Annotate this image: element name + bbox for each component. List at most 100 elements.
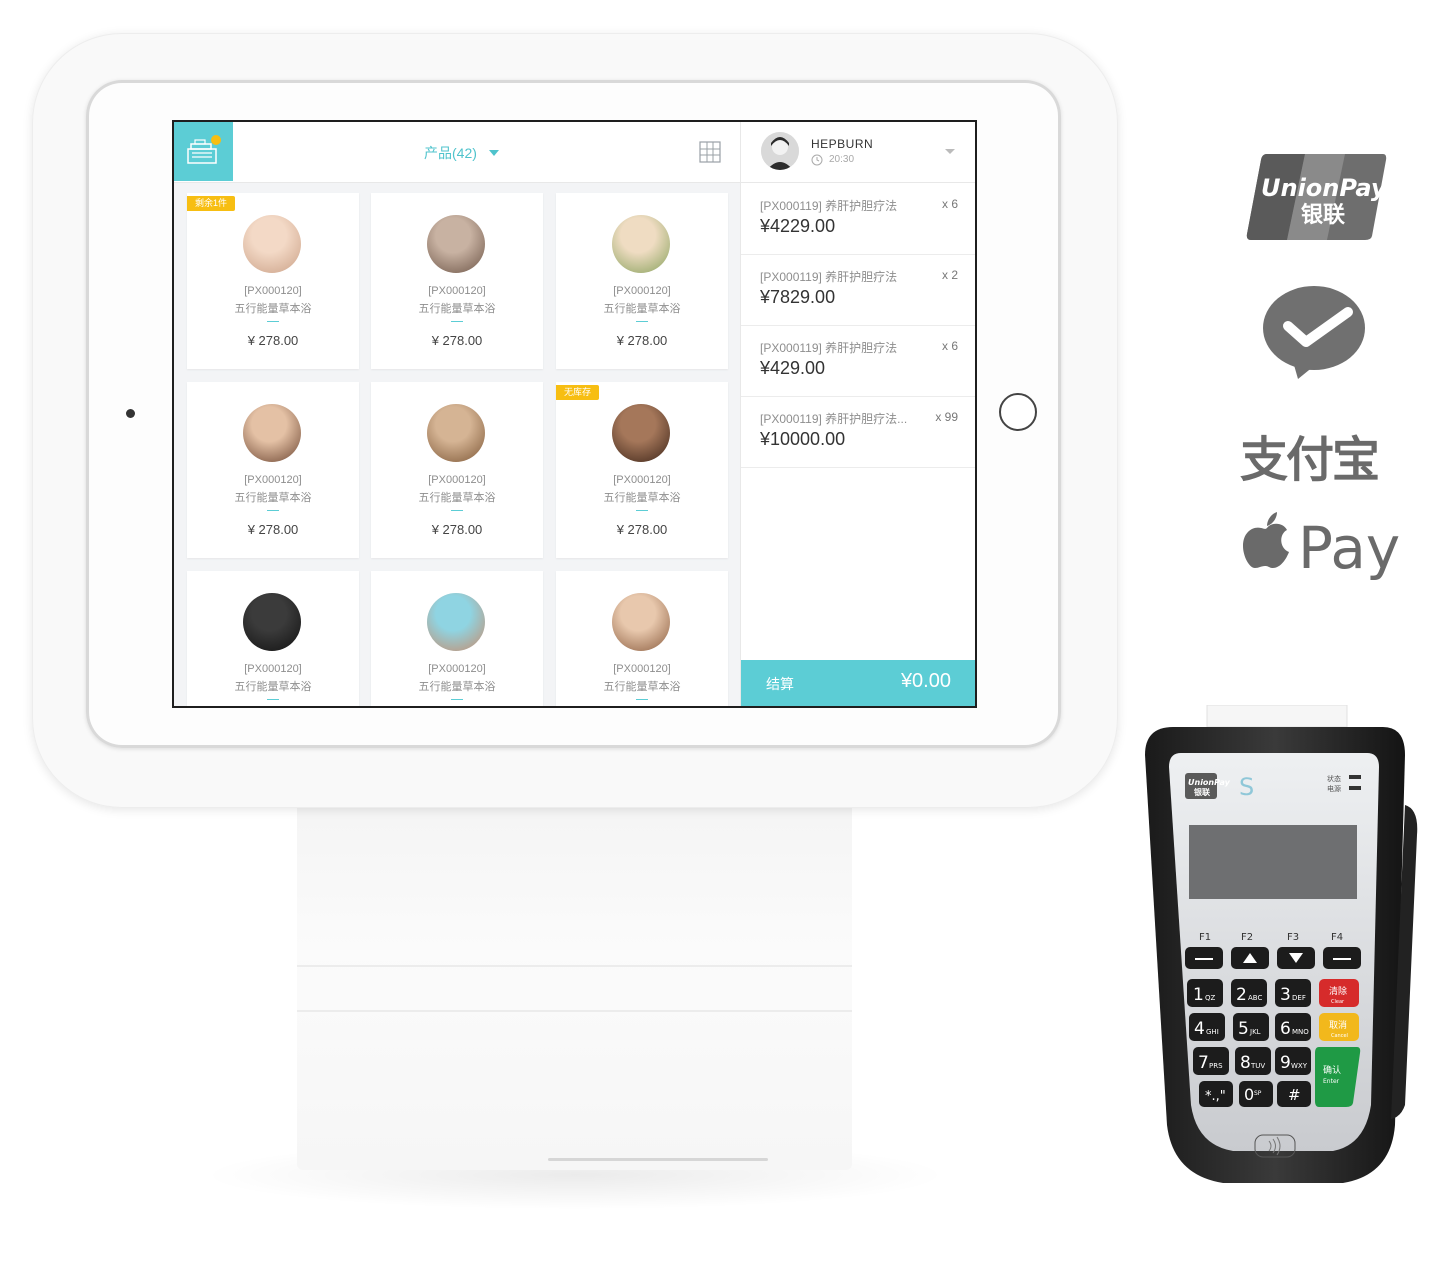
order-line-item[interactable]: [PX000119] 养肝护胆疗法 x 2 ¥7829.00 [741,254,975,326]
divider [451,321,463,322]
product-thumbnail [612,215,670,273]
product-thumbnail [243,593,301,651]
svg-text:#: # [1288,1086,1301,1104]
product-name: 五行能量草本浴 [418,681,496,693]
product-name: 五行能量草本浴 [603,303,681,315]
product-code: [PX000120] [244,663,302,675]
product-price: ¥ 278.00 [616,522,668,537]
cash-register-icon [187,135,221,164]
product-card[interactable]: [PX000120] 五行能量草本浴 [187,571,359,706]
apple-pay-text: Pay [1298,514,1401,582]
svg-text:7: 7 [1198,1053,1209,1073]
svg-text:F2: F2 [1241,932,1253,943]
svg-text:9: 9 [1280,1053,1291,1073]
order-item-qty: x 2 [941,268,958,282]
card-terminal: UnionPay 银联 S 状态 电源 F1 F2 F3 F4 1 QZ 2 ABC… [1145,705,1418,1183]
svg-text:1: 1 [1193,985,1204,1005]
product-card[interactable]: [PX000120] 五行能量草本浴 ¥ 278.00 无库存 [556,382,728,558]
brand-s-icon: S [1239,773,1254,801]
svg-text:取消: 取消 [1329,1019,1347,1031]
product-price: ¥ 278.00 [247,333,299,348]
svg-text:0: 0 [1244,1085,1254,1104]
svg-text:QZ: QZ [1205,994,1216,1002]
product-name: 五行能量草本浴 [234,681,312,693]
product-thumbnail [243,215,301,273]
clock-icon [811,154,823,166]
product-thumbnail [427,593,485,651]
customer-selector[interactable]: HEPBURN 20:30 [741,122,975,183]
unionpay-logo-icon: UnionPay 银联 [1246,154,1387,240]
order-item-qty: x 99 [935,410,958,424]
svg-text:F1: F1 [1199,932,1211,943]
home-button[interactable] [999,393,1037,431]
svg-text:8: 8 [1240,1053,1251,1073]
product-price: ¥ 278.00 [431,522,483,537]
stock-badge: 剩余1件 [187,196,236,211]
svg-text:WXY: WXY [1291,1062,1308,1070]
product-card[interactable]: [PX000120] 五行能量草本浴 ¥ 278.00 [371,193,543,369]
divider [267,699,279,700]
cash-register-button[interactable] [174,122,233,181]
product-card[interactable]: [PX000120] 五行能量草本浴 ¥ 278.00 [371,382,543,558]
product-thumbnail [612,404,670,462]
order-line-item[interactable]: [PX000119] 养肝护胆疗法 x 6 ¥4229.00 [741,183,975,255]
order-item-qty: x 6 [941,339,958,353]
svg-text:5: 5 [1238,1019,1249,1039]
product-thumbnail [243,404,301,462]
order-line-item[interactable]: [PX000119] 养肝护胆疗法 x 6 ¥429.00 [741,325,975,397]
order-item-qty: x 6 [941,197,958,211]
product-price: ¥ 278.00 [616,333,668,348]
divider [451,699,463,700]
stand-seam [297,1010,852,1012]
apple-icon [1243,512,1289,568]
product-name: 五行能量草本浴 [234,303,312,315]
order-item-name: [PX000119] 养肝护胆疗法 [760,341,898,355]
svg-text:PRS: PRS [1209,1062,1223,1070]
product-thumbnail [612,593,670,651]
chevron-down-icon[interactable] [945,149,955,154]
checkout-label: 结算 [766,676,794,692]
svg-text:UnionPay: UnionPay [1188,778,1231,787]
checkout-button[interactable]: 结算 ¥0.00 [741,660,975,706]
divider [267,321,279,322]
order-line-item[interactable]: [PX000119] 养肝护胆疗法... x 99 ¥10000.00 [741,396,975,468]
svg-text:DEF: DEF [1292,994,1306,1002]
svg-text:6: 6 [1280,1019,1291,1039]
svg-text:SP: SP [1254,1090,1262,1097]
order-item-name: [PX000119] 养肝护胆疗法 [760,270,898,284]
order-item-price: ¥10000.00 [760,429,846,449]
svg-text:电源: 电源 [1327,784,1341,793]
product-code: [PX000120] [244,474,302,486]
product-category-dropdown[interactable]: 产品(42) [424,143,477,163]
product-card[interactable]: [PX000120] 五行能量草本浴 ¥ 278.00 剩余1件 [187,193,359,369]
svg-text:Cancel: Cancel [1331,1033,1348,1039]
caret-down-icon[interactable] [489,150,499,156]
svg-text:TUV: TUV [1250,1062,1265,1070]
order-item-price: ¥7829.00 [760,287,836,307]
product-code: [PX000120] [428,285,486,297]
product-card[interactable]: [PX000120] 五行能量草本浴 ¥ 278.00 [556,193,728,369]
product-card[interactable]: [PX000120] 五行能量草本浴 ¥ 278.00 [187,382,359,558]
customer-name: HEPBURN [811,137,874,151]
divider [267,510,279,511]
grid-view-icon[interactable] [699,141,721,163]
kiosk-stand [297,800,852,1170]
product-name: 五行能量草本浴 [418,303,496,315]
product-code: [PX000120] [613,474,671,486]
terminal-display [1189,825,1357,899]
product-thumbnail [427,404,485,462]
enter-key [1315,1047,1361,1107]
svg-text:Enter: Enter [1323,1078,1340,1085]
product-code: [PX000120] [428,663,486,675]
product-name: 五行能量草本浴 [603,492,681,504]
product-name: 五行能量草本浴 [234,492,312,504]
divider [636,510,648,511]
unionpay-text: UnionPay [1261,174,1387,202]
order-item-price: ¥429.00 [760,358,826,378]
checkout-total: ¥0.00 [900,670,951,692]
unionpay-cn-text: 银联 [1301,203,1345,228]
product-card[interactable]: [PX000120] 五行能量草本浴 [371,571,543,706]
product-card[interactable]: [PX000120] 五行能量草本浴 [556,571,728,706]
svg-text:确认: 确认 [1323,1064,1341,1076]
svg-text:F4: F4 [1331,932,1343,943]
